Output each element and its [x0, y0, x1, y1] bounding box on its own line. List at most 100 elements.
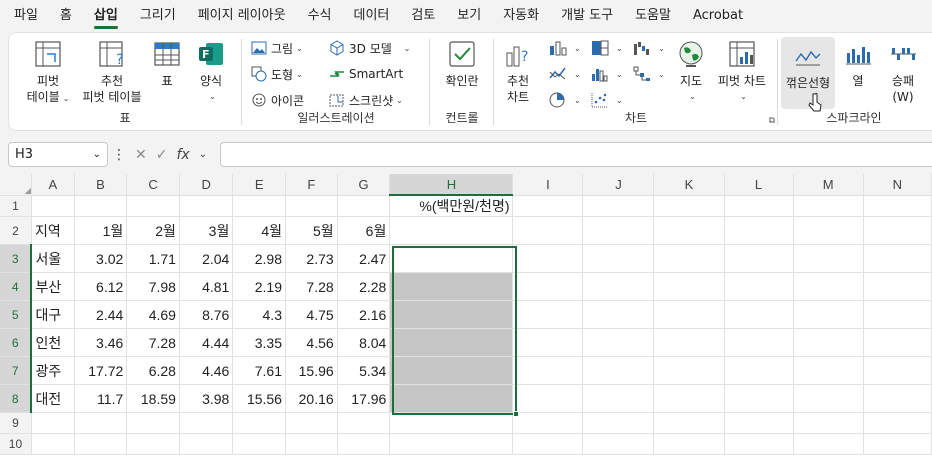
cell[interactable] — [389, 412, 514, 434]
column-header[interactable]: D — [179, 174, 234, 196]
maps-button[interactable]: 지도 ⌄ — [673, 39, 709, 105]
cell[interactable] — [512, 272, 584, 301]
cell[interactable] — [126, 412, 180, 434]
cell[interactable] — [863, 433, 932, 455]
row-header-selected[interactable]: 4 — [0, 272, 33, 301]
selected-cell[interactable] — [389, 356, 514, 385]
row-header[interactable]: 9 — [0, 412, 32, 434]
cell[interactable] — [389, 216, 514, 245]
formula-input[interactable] — [220, 142, 932, 167]
row-header[interactable]: 2 — [0, 216, 32, 245]
value-cell[interactable]: 5.34 — [337, 356, 391, 385]
cell[interactable] — [582, 356, 655, 385]
active-cell[interactable] — [389, 244, 514, 273]
tab-acrobat[interactable]: Acrobat — [693, 0, 743, 32]
row-header-selected[interactable]: 7 — [0, 356, 33, 385]
combo-chart-button[interactable]: ⌄ — [633, 63, 665, 85]
cell[interactable] — [74, 195, 128, 217]
cell[interactable] — [653, 195, 725, 217]
header-cell[interactable]: 4월 — [232, 216, 286, 245]
cell[interactable] — [337, 433, 391, 455]
column-header[interactable]: E — [232, 174, 286, 196]
tab-draw[interactable]: 그리기 — [140, 0, 176, 32]
cell[interactable] — [653, 384, 725, 413]
cell[interactable] — [337, 195, 391, 217]
cell[interactable] — [512, 384, 584, 413]
value-cell[interactable]: 2.47 — [337, 244, 391, 273]
row-header[interactable]: 10 — [0, 433, 32, 455]
value-cell[interactable]: 2.04 — [179, 244, 234, 273]
cell[interactable] — [179, 433, 234, 455]
cell[interactable] — [793, 328, 864, 357]
cell[interactable] — [582, 384, 655, 413]
value-cell[interactable]: 6.12 — [74, 272, 128, 301]
value-cell[interactable]: 1.71 — [126, 244, 180, 273]
column-header[interactable]: F — [285, 174, 338, 196]
column-header[interactable]: M — [793, 174, 864, 196]
cell[interactable] — [863, 216, 932, 245]
column-header[interactable]: N — [863, 174, 932, 196]
cell[interactable] — [724, 328, 794, 357]
cell[interactable] — [512, 356, 584, 385]
value-cell[interactable]: 3.35 — [232, 328, 286, 357]
shapes-button[interactable]: 도형 ⌄ — [251, 63, 303, 85]
header-cell[interactable]: 2월 — [126, 216, 180, 245]
selected-cell[interactable] — [389, 328, 514, 357]
column-header-selected[interactable]: H — [389, 174, 514, 196]
value-cell[interactable]: 4.75 — [285, 300, 338, 329]
header-cell[interactable]: 지역 — [31, 216, 75, 245]
cell[interactable] — [724, 216, 794, 245]
cell[interactable] — [863, 244, 932, 273]
tab-review[interactable]: 검토 — [411, 0, 435, 32]
sparkline-line-button[interactable]: 꺾은선형 — [781, 37, 835, 112]
row-header[interactable]: 1 — [0, 195, 32, 217]
value-cell[interactable]: 15.96 — [285, 356, 338, 385]
tab-insert[interactable]: 삽입 — [93, 0, 118, 32]
value-cell[interactable]: 4.44 — [179, 328, 234, 357]
tab-developer[interactable]: 개발 도구 — [561, 0, 613, 32]
column-header[interactable]: A — [31, 174, 75, 196]
header-cell[interactable]: 1월 — [74, 216, 128, 245]
cell[interactable] — [863, 412, 932, 434]
cell[interactable] — [31, 433, 75, 455]
cell[interactable] — [793, 412, 864, 434]
cell[interactable] — [337, 412, 391, 434]
sparkline-winloss-button[interactable]: 승패 (W) — [883, 39, 923, 105]
region-cell[interactable]: 부산 — [31, 272, 75, 301]
checkbox-button[interactable]: 확인란 — [437, 39, 487, 89]
smartart-button[interactable]: SmartArt — [329, 63, 403, 85]
value-cell[interactable]: 7.28 — [126, 328, 180, 357]
tab-data[interactable]: 데이터 — [353, 0, 389, 32]
region-cell[interactable]: 광주 — [31, 356, 75, 385]
value-cell[interactable]: 2.73 — [285, 244, 338, 273]
column-header[interactable]: L — [724, 174, 794, 196]
value-cell[interactable]: 4.46 — [179, 356, 234, 385]
select-all-corner[interactable]: ◢ — [0, 174, 32, 196]
value-cell[interactable]: 17.96 — [337, 384, 391, 413]
pie-chart-button[interactable]: ⌄ — [549, 89, 581, 111]
value-cell[interactable]: 4.3 — [232, 300, 286, 329]
value-cell[interactable]: 2.98 — [232, 244, 286, 273]
column-header[interactable]: B — [74, 174, 128, 196]
value-cell[interactable]: 18.59 — [126, 384, 180, 413]
hierarchy-chart-button[interactable]: ⌄ — [591, 37, 623, 59]
value-cell[interactable]: 6.28 — [126, 356, 180, 385]
recommended-pivot-button[interactable]: ? 추천 피벗 테이블 — [79, 39, 145, 105]
row-header-selected[interactable]: 6 — [0, 328, 33, 357]
cell[interactable] — [653, 412, 725, 434]
value-cell[interactable]: 17.72 — [74, 356, 128, 385]
cell[interactable] — [582, 216, 655, 245]
cell[interactable] — [512, 412, 584, 434]
cell[interactable] — [863, 384, 932, 413]
tab-home[interactable]: 홈 — [60, 0, 72, 32]
cell[interactable] — [863, 356, 932, 385]
cell[interactable] — [285, 412, 338, 434]
cell[interactable] — [582, 412, 655, 434]
cell[interactable] — [724, 412, 794, 434]
cell[interactable] — [285, 195, 338, 217]
column-header[interactable]: C — [126, 174, 180, 196]
cell[interactable] — [389, 433, 514, 455]
cell[interactable] — [653, 300, 725, 329]
selected-cell[interactable] — [389, 272, 514, 301]
cell[interactable] — [74, 433, 128, 455]
